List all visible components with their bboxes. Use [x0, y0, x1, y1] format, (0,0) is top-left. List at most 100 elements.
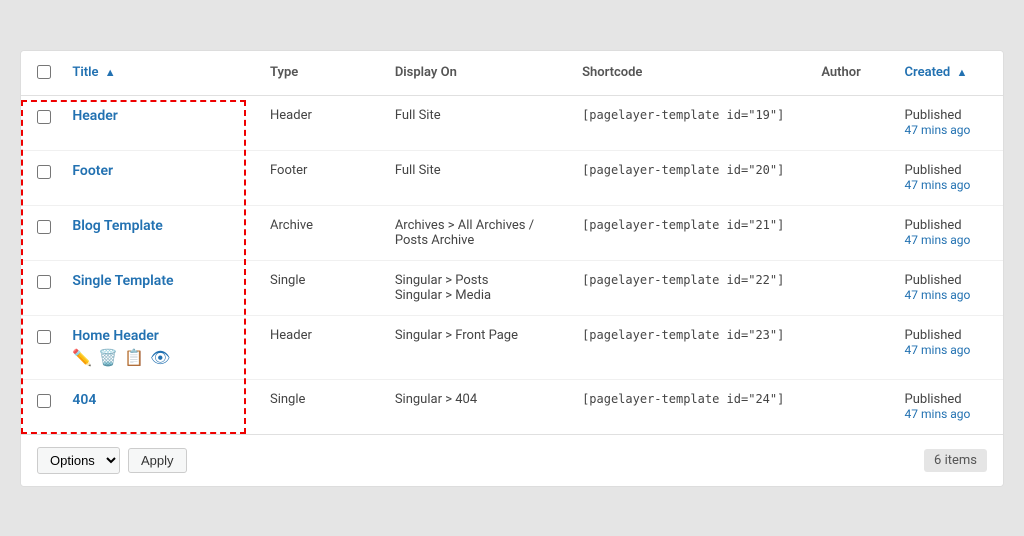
options-select[interactable]: Options [37, 447, 120, 474]
row-shortcode-cell: [pagelayer-template id="20"] [566, 150, 805, 205]
row-shortcode-cell: [pagelayer-template id="24"] [566, 379, 805, 434]
table-row: HeaderHeaderFull Site[pagelayer-template… [21, 95, 1003, 150]
header-author[interactable]: Author [805, 51, 888, 96]
row-title-cell: Blog Template [56, 205, 254, 260]
row-author-cell [805, 379, 888, 434]
row-title-cell: Footer [56, 150, 254, 205]
apply-button[interactable]: Apply [128, 448, 187, 473]
row-checkbox-cell [21, 260, 56, 315]
status-text: Published [905, 108, 987, 123]
items-count-badge: 6 items [924, 449, 987, 472]
row-title-link[interactable]: Single Template [72, 273, 173, 289]
header-checkbox-col [21, 51, 56, 96]
edit-icon[interactable]: ✏️ [72, 348, 92, 367]
status-text: Published [905, 163, 987, 178]
row-created-cell: Published47 mins ago [889, 315, 1003, 379]
row-checkbox[interactable] [37, 220, 51, 234]
row-display-cell: Archives > All Archives / Posts Archive [379, 205, 566, 260]
templates-table: Title ▲ Type Display On Shortcode Author [21, 51, 1003, 434]
shortcode-text: [pagelayer-template id="22"] [582, 273, 784, 287]
row-title-link[interactable]: Home Header [72, 328, 158, 344]
row-checkbox[interactable] [37, 110, 51, 124]
row-title-link[interactable]: Header [72, 108, 117, 124]
row-shortcode-cell: [pagelayer-template id="19"] [566, 95, 805, 150]
shortcode-text: [pagelayer-template id="23"] [582, 328, 784, 342]
header-shortcode[interactable]: Shortcode [566, 51, 805, 96]
row-title-link[interactable]: Footer [72, 163, 113, 179]
table-row: Single Template SingleSingular > Posts Si… [21, 260, 1003, 315]
row-created-cell: Published47 mins ago [889, 379, 1003, 434]
row-type-cell: Header [254, 95, 379, 150]
status-text: Published [905, 392, 987, 407]
row-display-cell: Singular > Front Page [379, 315, 566, 379]
view-icon[interactable]: 👁 [150, 348, 170, 367]
time-link[interactable]: 47 mins ago [905, 343, 971, 357]
row-type-cell: Footer [254, 150, 379, 205]
table-body: HeaderHeaderFull Site[pagelayer-template… [21, 95, 1003, 434]
row-title-cell: Home Header ✏️ 🗑️ 📋 👁 [56, 315, 254, 379]
status-text: Published [905, 273, 987, 288]
row-author-cell [805, 260, 888, 315]
header-type[interactable]: Type [254, 51, 379, 96]
row-type-cell: Single [254, 260, 379, 315]
row-author-cell [805, 150, 888, 205]
status-text: Published [905, 218, 987, 233]
row-title-link[interactable]: Blog Template [72, 218, 162, 234]
header-created[interactable]: Created ▲ [889, 51, 1003, 96]
row-display-cell: Full Site [379, 95, 566, 150]
shortcode-text: [pagelayer-template id="24"] [582, 392, 784, 406]
table-footer: Options Apply 6 items [21, 434, 1003, 486]
time-link[interactable]: 47 mins ago [905, 407, 971, 421]
row-checkbox[interactable] [37, 275, 51, 289]
row-checkbox-cell [21, 379, 56, 434]
table-header-row: Title ▲ Type Display On Shortcode Author [21, 51, 1003, 96]
table-wrapper: Title ▲ Type Display On Shortcode Author [21, 51, 1003, 434]
footer-left: Options Apply [37, 447, 187, 474]
row-created-cell: Published47 mins ago [889, 95, 1003, 150]
table-row: FooterFooterFull Site[pagelayer-template… [21, 150, 1003, 205]
row-shortcode-cell: [pagelayer-template id="21"] [566, 205, 805, 260]
row-created-cell: Published47 mins ago [889, 205, 1003, 260]
row-action-bar: ✏️ 🗑️ 📋 👁 [72, 348, 238, 367]
row-checkbox[interactable] [37, 165, 51, 179]
row-display-cell: Singular > 404 [379, 379, 566, 434]
created-sort-arrow: ▲ [956, 66, 967, 79]
row-display-cell: Singular > Posts Singular > Media [379, 260, 566, 315]
row-title-cell: Single Template [56, 260, 254, 315]
row-shortcode-cell: [pagelayer-template id="22"] [566, 260, 805, 315]
delete-icon[interactable]: 🗑️ [98, 348, 118, 367]
row-title-cell: 404 [56, 379, 254, 434]
table-row: 404 SingleSingular > 404 [pagelayer-templa… [21, 379, 1003, 434]
header-title[interactable]: Title ▲ [56, 51, 254, 96]
row-type-cell: Header [254, 315, 379, 379]
row-author-cell [805, 315, 888, 379]
select-all-checkbox[interactable] [37, 65, 51, 79]
row-type-cell: Single [254, 379, 379, 434]
status-text: Published [905, 328, 987, 343]
shortcode-text: [pagelayer-template id="19"] [582, 108, 784, 122]
row-author-cell [805, 205, 888, 260]
row-type-cell: Archive [254, 205, 379, 260]
row-checkbox-cell [21, 315, 56, 379]
shortcode-text: [pagelayer-template id="21"] [582, 218, 784, 232]
time-link[interactable]: 47 mins ago [905, 178, 971, 192]
row-created-cell: Published47 mins ago [889, 150, 1003, 205]
row-author-cell [805, 95, 888, 150]
row-title-link[interactable]: 404 [72, 392, 96, 408]
main-container: Title ▲ Type Display On Shortcode Author [20, 50, 1004, 487]
row-created-cell: Published47 mins ago [889, 260, 1003, 315]
title-sort-arrow: ▲ [105, 66, 116, 79]
row-checkbox[interactable] [37, 394, 51, 408]
row-checkbox-cell [21, 95, 56, 150]
time-link[interactable]: 47 mins ago [905, 288, 971, 302]
header-display-on[interactable]: Display On [379, 51, 566, 96]
table-row: Home Header ✏️ 🗑️ 📋 👁 HeaderSingular > Front … [21, 315, 1003, 379]
row-checkbox-cell [21, 150, 56, 205]
time-link[interactable]: 47 mins ago [905, 233, 971, 247]
row-display-cell: Full Site [379, 150, 566, 205]
time-link[interactable]: 47 mins ago [905, 123, 971, 137]
row-shortcode-cell: [pagelayer-template id="23"] [566, 315, 805, 379]
shortcode-text: [pagelayer-template id="20"] [582, 163, 784, 177]
copy-icon[interactable]: 📋 [124, 348, 144, 367]
row-checkbox[interactable] [37, 330, 51, 344]
